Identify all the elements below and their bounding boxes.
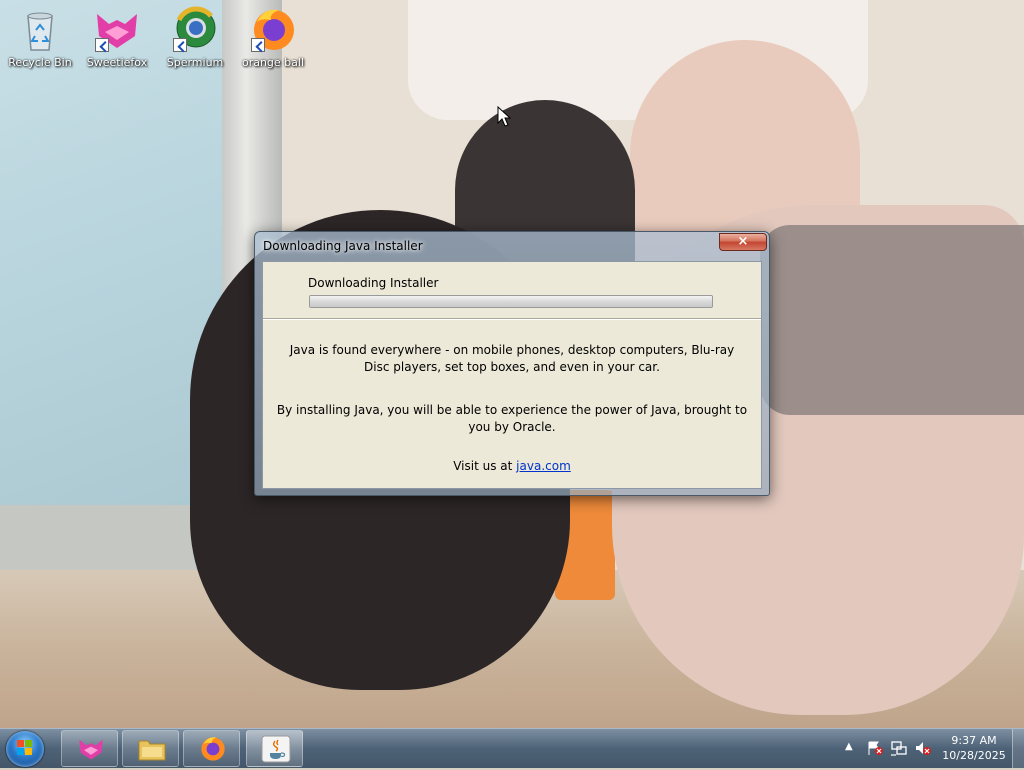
oracle-paragraph: By installing Java, you will be able to … (263, 402, 761, 436)
oracle-line: By installing Java, you will be able to … (276, 403, 748, 417)
shortcut-arrow-icon (173, 38, 187, 52)
header-divider (263, 319, 761, 320)
java-download-dialog: Downloading Java Installer × Downloading… (254, 231, 770, 496)
taskbar-file-explorer-button[interactable] (122, 730, 179, 767)
close-icon: × (737, 234, 749, 249)
desktop-icon-spermium[interactable]: Spermium (155, 6, 235, 70)
taskbar-sweetiefox-button[interactable] (61, 730, 118, 767)
visit-prefix: Visit us at (453, 459, 517, 473)
desktop-icon-label: Recycle Bin (8, 56, 72, 69)
volume-muted-icon[interactable] (914, 740, 932, 756)
desktop-icon-label: orange ball (241, 56, 305, 69)
download-progress-bar (309, 295, 713, 308)
firefox-icon (201, 737, 225, 761)
desktop-icon-orange-ball[interactable]: orange ball (233, 6, 313, 70)
dialog-titlebar[interactable]: Downloading Java Installer × (255, 232, 769, 260)
recycle-bin-icon (16, 6, 64, 54)
desktop-icon-sweetiefox[interactable]: Sweetiefox (77, 6, 157, 70)
desktop-icon-label: Sweetiefox (86, 56, 148, 69)
download-progress-fill (310, 296, 712, 307)
dialog-title: Downloading Java Installer (263, 239, 423, 253)
java-icon (261, 735, 291, 763)
mouse-cursor-icon (497, 106, 511, 127)
dialog-header-panel: Downloading Installer (263, 262, 761, 319)
shortcut-arrow-icon (95, 38, 109, 52)
firefox-icon (249, 6, 297, 54)
visit-text: Visit us at java.com (263, 459, 761, 473)
network-icon[interactable] (890, 740, 908, 756)
sweetiefox-icon (79, 739, 103, 760)
download-status-label: Downloading Installer (308, 276, 439, 290)
taskbar-java-installer-button[interactable] (246, 730, 303, 767)
show-desktop-button[interactable] (1012, 729, 1024, 768)
description-line: Java is found everywhere - on mobile pho… (289, 343, 735, 357)
shortcut-arrow-icon (251, 38, 265, 52)
sweetiefox-icon (93, 6, 141, 54)
clock-time: 9:37 AM (951, 734, 997, 747)
start-button[interactable] (6, 731, 44, 767)
dialog-content: Downloading Installer Java is found ever… (262, 261, 762, 489)
taskbar-firefox-button[interactable] (183, 730, 240, 767)
folder-icon (138, 740, 166, 761)
system-clock[interactable]: 9:37 AM 10/28/2025 (936, 733, 1012, 763)
close-button[interactable]: × (719, 233, 767, 251)
java-description-paragraph: Java is found everywhere - on mobile pho… (263, 342, 761, 376)
desktop-icon-label: Spermium (166, 56, 224, 69)
spermium-browser-icon (171, 6, 219, 54)
description-line: Disc players, set top boxes, and even in… (364, 360, 660, 374)
windows-logo-icon (17, 740, 32, 755)
action-center-flag-icon[interactable] (866, 740, 884, 756)
wallpaper-stocking-band (760, 225, 1024, 415)
oracle-line: you by Oracle. (468, 420, 556, 434)
tray-show-hidden-icon[interactable]: ▲ (845, 741, 853, 752)
desktop-icon-recycle-bin[interactable]: Recycle Bin (0, 6, 80, 70)
java-com-link[interactable]: java.com (516, 459, 571, 473)
clock-date: 10/28/2025 (942, 749, 1006, 762)
